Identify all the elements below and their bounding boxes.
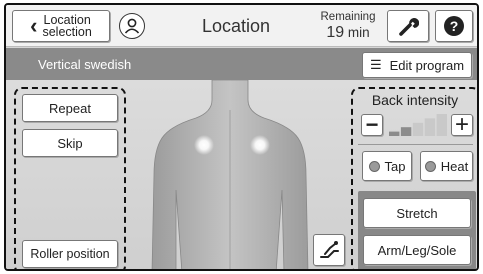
recline-button[interactable] xyxy=(313,234,345,266)
intensity-level-bar xyxy=(412,122,424,136)
user-icon[interactable] xyxy=(119,13,145,39)
heat-button[interactable]: Heat xyxy=(420,151,473,181)
body-figure xyxy=(151,80,309,269)
chevron-left-icon: ‹ xyxy=(30,13,38,38)
remaining-label: Remaining xyxy=(320,11,376,23)
roller-position-button[interactable]: Roller position xyxy=(22,240,118,268)
intensity-level-bar xyxy=(424,118,436,136)
intensity-level-bar xyxy=(389,131,400,136)
settings-button[interactable] xyxy=(387,10,429,42)
massage-chair-screen: ‹ Location selection Location Remaining … xyxy=(4,3,479,271)
stretch-button[interactable]: Stretch xyxy=(363,198,471,228)
skip-button[interactable]: Skip xyxy=(22,129,118,157)
program-bar: Vertical swedish ☰ Edit program xyxy=(6,48,477,80)
edit-program-label: Edit program xyxy=(389,57,465,73)
remaining-time: Remaining 19 min xyxy=(318,11,378,42)
remaining-unit: min xyxy=(347,25,370,40)
intensity-plus-button[interactable]: + xyxy=(451,113,473,137)
list-icon: ☰ xyxy=(369,57,382,72)
repeat-button[interactable]: Repeat xyxy=(22,94,118,122)
tap-indicator-icon xyxy=(368,160,380,172)
divider xyxy=(358,144,473,145)
page-title: Location xyxy=(201,16,271,36)
intensity-level-bar xyxy=(436,114,447,136)
intensity-level-bar xyxy=(400,127,412,136)
tap-label: Tap xyxy=(384,158,406,174)
help-button[interactable]: ? xyxy=(435,10,473,42)
header-bar: ‹ Location selection Location Remaining … xyxy=(6,5,477,47)
edit-program-button[interactable]: ☰ Edit program xyxy=(362,52,472,78)
location-selection-label: Location selection xyxy=(42,13,92,39)
intensity-minus-button[interactable]: − xyxy=(361,114,383,136)
remaining-value: 19 xyxy=(326,24,345,41)
main-area: Repeat Skip Roller position Back intensi… xyxy=(6,80,477,269)
intensity-level-indicator xyxy=(389,114,447,136)
heat-label: Heat xyxy=(440,158,469,174)
help-icon: ? xyxy=(444,16,464,36)
program-name: Vertical swedish xyxy=(38,57,132,72)
heat-indicator-icon xyxy=(424,160,436,172)
recline-chair-icon xyxy=(320,241,339,258)
tap-button[interactable]: Tap xyxy=(362,151,412,181)
wrench-icon xyxy=(399,18,419,36)
heat-spot-left xyxy=(194,135,214,155)
arm-leg-sole-button[interactable]: Arm/Leg/Sole xyxy=(363,235,471,265)
back-intensity-title: Back intensity xyxy=(371,92,459,108)
heat-spot-right xyxy=(250,135,270,155)
location-selection-button[interactable]: ‹ Location selection xyxy=(12,10,110,42)
